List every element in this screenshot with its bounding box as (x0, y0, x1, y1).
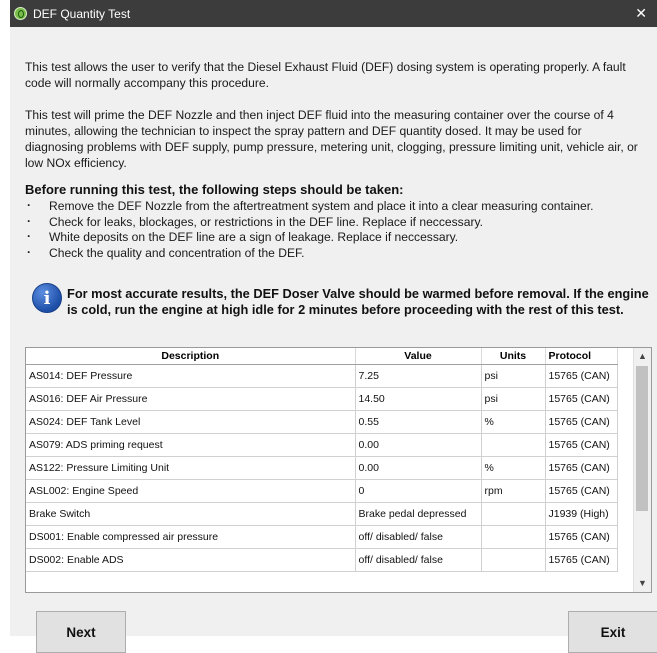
cell-value: off/ disabled/ false (355, 525, 482, 549)
cell-units: % (481, 410, 546, 434)
column-header-value[interactable]: Value (355, 348, 482, 365)
info-warning-text: For most accurate results, the DEF Doser… (67, 286, 649, 317)
cell-description: DS002: Enable ADS (26, 548, 356, 572)
cell-value: 0 (355, 479, 482, 503)
parameter-grid: Description Value Units Protocol AS014: … (26, 348, 618, 572)
cell-units: rpm (481, 479, 546, 503)
cell-units (481, 548, 546, 572)
table-scrollbar[interactable]: ▲ ▼ (633, 348, 651, 592)
dialog-body: This test allows the user to verify that… (10, 27, 657, 653)
column-header-protocol[interactable]: Protocol (545, 348, 618, 365)
cell-value: off/ disabled/ false (355, 548, 482, 572)
steps-heading: Before running this test, the following … (25, 182, 404, 197)
cell-value: 0.00 (355, 433, 482, 457)
step-item: White deposits on the DEF line are a sig… (25, 229, 645, 246)
table-row[interactable]: AS122: Pressure Limiting Unit 0.00 % 157… (26, 456, 618, 480)
close-icon[interactable]: ✕ (635, 5, 647, 22)
cell-description: AS014: DEF Pressure (26, 364, 356, 388)
table-row[interactable]: AS014: DEF Pressure 7.25 psi 15765 (CAN) (26, 364, 618, 388)
cell-description: AS079: ADS priming request (26, 433, 356, 457)
step-item: Check for leaks, blockages, or restricti… (25, 214, 645, 231)
cell-value: 14.50 (355, 387, 482, 411)
cell-description: AS016: DEF Air Pressure (26, 387, 356, 411)
cell-value: Brake pedal depressed (355, 502, 482, 526)
cell-protocol: 15765 (CAN) (545, 456, 618, 480)
cell-protocol: 15765 (CAN) (545, 410, 618, 434)
cell-units: % (481, 456, 546, 480)
table-row[interactable]: DS002: Enable ADS off/ disabled/ false 1… (26, 548, 618, 572)
cell-units (481, 433, 546, 457)
cell-value: 0.00 (355, 456, 482, 480)
cell-protocol: 15765 (CAN) (545, 548, 618, 572)
table-row[interactable]: Brake Switch Brake pedal depressed J1939… (26, 502, 618, 526)
cell-description: DS001: Enable compressed air pressure (26, 525, 356, 549)
steps-list: Remove the DEF Nozzle from the aftertrea… (25, 198, 645, 262)
step-item: Check the quality and concentration of t… (25, 245, 645, 262)
table-row[interactable]: AS024: DEF Tank Level 0.55 % 15765 (CAN) (26, 410, 618, 434)
info-icon: i (32, 283, 62, 313)
cell-units (481, 502, 546, 526)
cell-protocol: 15765 (CAN) (545, 479, 618, 503)
cell-protocol: 15765 (CAN) (545, 433, 618, 457)
cell-protocol: 15765 (CAN) (545, 387, 618, 411)
table-row[interactable]: AS016: DEF Air Pressure 14.50 psi 15765 … (26, 387, 618, 411)
cell-value: 7.25 (355, 364, 482, 388)
app-icon (14, 7, 27, 20)
table-row[interactable]: DS001: Enable compressed air pressure of… (26, 525, 618, 549)
scroll-down-arrow-icon[interactable]: ▼ (634, 575, 651, 592)
table-row[interactable]: AS079: ADS priming request 0.00 15765 (C… (26, 433, 618, 457)
cell-units: psi (481, 364, 546, 388)
column-header-description[interactable]: Description (26, 348, 356, 365)
step-item: Remove the DEF Nozzle from the aftertrea… (25, 198, 645, 215)
table-header-row: Description Value Units Protocol (26, 348, 618, 365)
cell-description: AS122: Pressure Limiting Unit (26, 456, 356, 480)
cell-description: ASL002: Engine Speed (26, 479, 356, 503)
cell-units: psi (481, 387, 546, 411)
window-title: DEF Quantity Test (33, 6, 131, 21)
intro-paragraph-1: This test allows the user to verify that… (25, 60, 626, 90)
table-row[interactable]: ASL002: Engine Speed 0 rpm 15765 (CAN) (26, 479, 618, 503)
cell-value: 0.55 (355, 410, 482, 434)
cell-protocol: 15765 (CAN) (545, 525, 618, 549)
cell-description: Brake Switch (26, 502, 356, 526)
title-bar: DEF Quantity Test (10, 0, 657, 27)
parameter-table[interactable]: Description Value Units Protocol AS014: … (25, 347, 652, 593)
next-button[interactable]: Next (36, 611, 126, 653)
scroll-up-arrow-icon[interactable]: ▲ (634, 348, 651, 365)
exit-button[interactable]: Exit (568, 611, 657, 653)
scroll-thumb[interactable] (636, 366, 648, 511)
column-header-units[interactable]: Units (481, 348, 546, 365)
cell-protocol: 15765 (CAN) (545, 364, 618, 388)
cell-protocol: J1939 (High) (545, 502, 618, 526)
intro-paragraph-2: This test will prime the DEF Nozzle and … (25, 108, 638, 170)
cell-units (481, 525, 546, 549)
cell-description: AS024: DEF Tank Level (26, 410, 356, 434)
